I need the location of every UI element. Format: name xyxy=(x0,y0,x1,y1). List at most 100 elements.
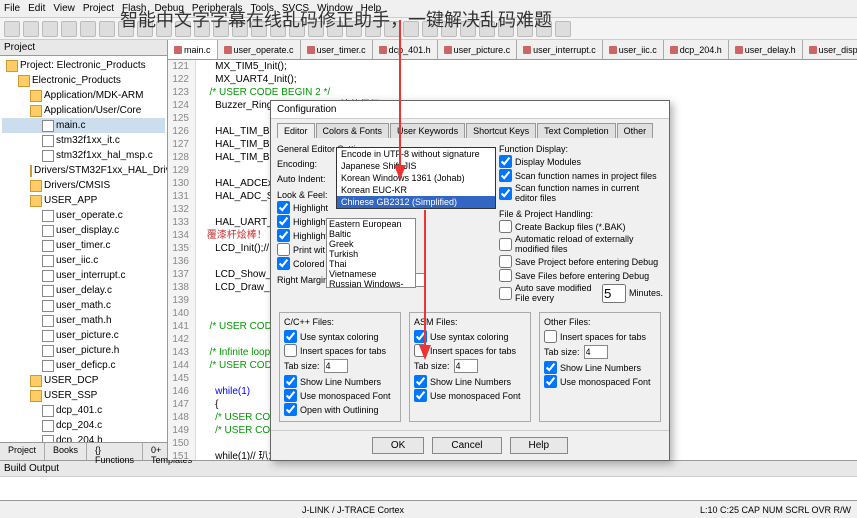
checkbox[interactable] xyxy=(414,375,427,388)
tree-root[interactable]: Project: Electronic_Products xyxy=(2,58,165,73)
tree-item[interactable]: Drivers/CMSIS xyxy=(2,178,165,193)
tabsize-cc[interactable] xyxy=(324,359,348,373)
tree-item[interactable]: USER_DCP xyxy=(2,373,165,388)
editor-tab[interactable]: user_picture.c xyxy=(438,40,518,59)
listbox-option[interactable]: Eastern European xyxy=(327,219,415,229)
editor-tab[interactable]: user_display.c xyxy=(803,40,857,59)
editor-tab[interactable]: user_operate.c xyxy=(218,40,301,59)
toolbar-btn-29[interactable] xyxy=(555,21,571,37)
checkbox[interactable] xyxy=(414,344,427,357)
checkbox[interactable] xyxy=(277,229,290,242)
project-tree[interactable]: Project: Electronic_Products Electronic_… xyxy=(0,56,167,442)
dropdown-option[interactable]: Encode in UTF-8 without signature xyxy=(337,148,495,160)
close-icon[interactable] xyxy=(809,46,817,54)
toolbar-btn-4[interactable] xyxy=(80,21,96,37)
checkbox[interactable] xyxy=(277,215,290,228)
tree-item[interactable]: stm32f1xx_hal_msp.c xyxy=(2,148,165,163)
tree-item[interactable]: dcp_401.c xyxy=(2,403,165,418)
dialog-tab[interactable]: Colors & Fonts xyxy=(316,123,390,138)
bottom-tab[interactable]: {} Functions xyxy=(87,443,143,460)
close-icon[interactable] xyxy=(523,46,531,54)
tree-item[interactable]: user_deficp.c xyxy=(2,358,165,373)
checkbox[interactable] xyxy=(499,238,512,251)
checkbox[interactable] xyxy=(284,375,297,388)
menu-file[interactable]: File xyxy=(4,3,20,14)
menu-edit[interactable]: Edit xyxy=(28,3,45,14)
ok-button[interactable]: OK xyxy=(372,437,424,454)
checkbox[interactable] xyxy=(499,169,512,182)
lookfeel-listbox[interactable]: Eastern EuropeanBalticGreekTurkishThaiVi… xyxy=(326,218,416,288)
autosave-minutes[interactable] xyxy=(602,284,626,303)
editor-tab[interactable]: main.c xyxy=(168,40,218,59)
checkbox[interactable] xyxy=(499,220,512,233)
editor-tab[interactable]: dcp_204.h xyxy=(664,40,729,59)
checkbox[interactable] xyxy=(499,287,512,300)
checkbox[interactable] xyxy=(499,255,512,268)
checkbox[interactable] xyxy=(284,330,297,343)
checkbox[interactable] xyxy=(499,187,512,200)
tree-item[interactable]: Application/User/Core xyxy=(2,103,165,118)
dropdown-option[interactable]: Korean Windows 1361 (Johab) xyxy=(337,172,495,184)
tree-item[interactable]: user_math.c xyxy=(2,298,165,313)
checkbox[interactable] xyxy=(277,243,290,256)
tree-item[interactable]: user_math.h xyxy=(2,313,165,328)
checkbox[interactable] xyxy=(544,375,557,388)
toolbar-btn-1[interactable] xyxy=(23,21,39,37)
tree-item[interactable]: dcp_204.h xyxy=(2,433,165,442)
editor-tab[interactable]: user_delay.h xyxy=(729,40,803,59)
toolbar-btn-0[interactable] xyxy=(4,21,20,37)
dropdown-option[interactable]: Japanese Shift-JIS xyxy=(337,160,495,172)
dialog-tab[interactable]: User Keywords xyxy=(390,123,465,138)
checkbox[interactable] xyxy=(544,361,557,374)
tree-item[interactable]: user_iic.c xyxy=(2,253,165,268)
checkbox[interactable] xyxy=(277,201,290,214)
menu-view[interactable]: View xyxy=(53,3,75,14)
listbox-option[interactable]: Baltic xyxy=(327,229,415,239)
tabsize-other[interactable] xyxy=(584,345,608,359)
tree-item[interactable]: user_picture.h xyxy=(2,343,165,358)
dialog-tab[interactable]: Other xyxy=(617,123,654,138)
tree-item[interactable]: user_interrupt.c xyxy=(2,268,165,283)
close-icon[interactable] xyxy=(307,46,315,54)
tree-item[interactable]: user_display.c xyxy=(2,223,165,238)
toolbar-btn-3[interactable] xyxy=(61,21,77,37)
listbox-option[interactable]: Vietnamese xyxy=(327,269,415,279)
toolbar-btn-2[interactable] xyxy=(42,21,58,37)
tree-item[interactable]: Application/MDK-ARM xyxy=(2,88,165,103)
editor-tab[interactable]: dcp_401.h xyxy=(373,40,438,59)
tree-item[interactable]: user_timer.c xyxy=(2,238,165,253)
checkbox[interactable] xyxy=(499,269,512,282)
editor-tab[interactable]: user_timer.c xyxy=(301,40,373,59)
tree-item[interactable]: USER_SSP xyxy=(2,388,165,403)
toolbar-btn-5[interactable] xyxy=(99,21,115,37)
listbox-option[interactable]: Thai xyxy=(327,259,415,269)
close-icon[interactable] xyxy=(224,46,232,54)
checkbox[interactable] xyxy=(499,155,512,168)
listbox-option[interactable]: Russian Windows-1251 xyxy=(327,279,415,288)
checkbox[interactable] xyxy=(284,389,297,402)
checkbox[interactable] xyxy=(277,257,290,270)
editor-tab[interactable]: user_interrupt.c xyxy=(517,40,603,59)
help-button[interactable]: Help xyxy=(510,437,569,454)
tree-item[interactable]: user_picture.c xyxy=(2,328,165,343)
checkbox[interactable] xyxy=(284,344,297,357)
checkbox[interactable] xyxy=(284,403,297,416)
tree-item[interactable]: dcp_204.c xyxy=(2,418,165,433)
menu-project[interactable]: Project xyxy=(83,3,114,14)
listbox-option[interactable]: Turkish xyxy=(327,249,415,259)
tree-target[interactable]: Electronic_Products xyxy=(2,73,165,88)
cancel-button[interactable]: Cancel xyxy=(432,437,501,454)
dropdown-option[interactable]: Korean EUC-KR xyxy=(337,184,495,196)
dropdown-option[interactable]: Chinese GB2312 (Simplified) xyxy=(337,196,495,208)
close-icon[interactable] xyxy=(609,46,617,54)
tabsize-asm[interactable] xyxy=(454,359,478,373)
other-insert-spaces[interactable] xyxy=(544,330,557,343)
encoding-dropdown-list[interactable]: Encode in UTF-8 without signatureJapanes… xyxy=(336,147,496,209)
bottom-tab[interactable]: Books xyxy=(45,443,87,460)
checkbox[interactable] xyxy=(414,389,427,402)
dialog-tab[interactable]: Editor xyxy=(277,123,315,138)
tree-item[interactable]: Drivers/STM32F1xx_HAL_Driver xyxy=(2,163,165,178)
dialog-tab[interactable]: Text Completion xyxy=(537,123,616,138)
tree-item[interactable]: user_delay.c xyxy=(2,283,165,298)
close-icon[interactable] xyxy=(379,46,387,54)
